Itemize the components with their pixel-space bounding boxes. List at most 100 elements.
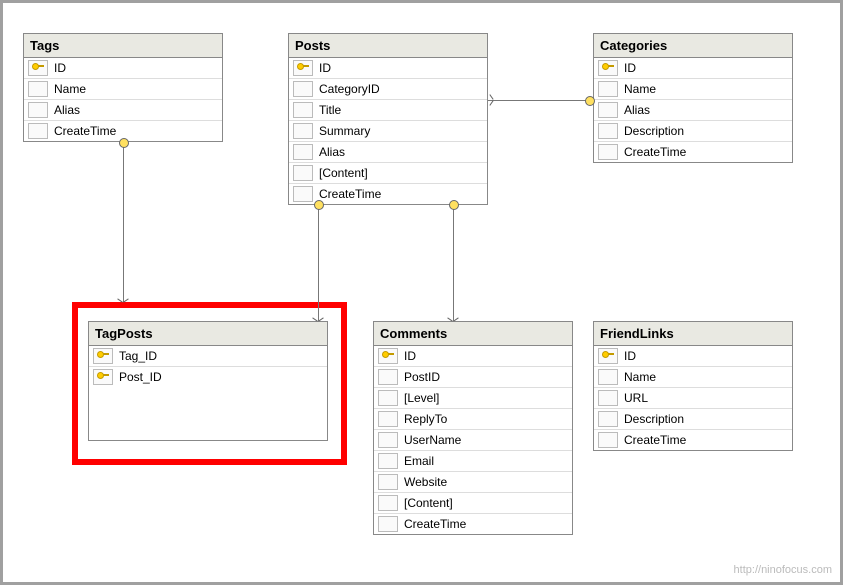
table-comments-columns: ID PostID [Level] ReplyTo UserName Email Websi…	[374, 346, 572, 534]
column-name: Post_ID	[119, 370, 323, 384]
column-row[interactable]: ID	[374, 346, 572, 367]
column-name: CategoryID	[319, 82, 483, 96]
table-friendlinks-header: FriendLinks	[594, 322, 792, 346]
column-row[interactable]: Name	[594, 367, 792, 388]
column-row[interactable]: Website	[374, 472, 572, 493]
column-row[interactable]: UserName	[374, 430, 572, 451]
column-row[interactable]: Alias	[594, 100, 792, 121]
column-name: [Level]	[404, 391, 568, 405]
column-row[interactable]: Name	[24, 79, 222, 100]
rel-tags-tagposts	[123, 141, 124, 302]
table-posts-header: Posts	[289, 34, 487, 58]
column-row[interactable]: CreateTime	[594, 430, 792, 450]
table-friendlinks-columns: ID Name URL Description CreateTime	[594, 346, 792, 450]
column-name: Name	[624, 370, 788, 384]
column-name: Description	[624, 412, 788, 426]
table-categories[interactable]: Categories ID Name Alias Description CreateT…	[593, 33, 793, 163]
column-name: [Content]	[319, 166, 483, 180]
column-row[interactable]: ReplyTo	[374, 409, 572, 430]
column-row[interactable]: ID	[594, 58, 792, 79]
table-friendlinks[interactable]: FriendLinks ID Name URL Description CreateTi…	[593, 321, 793, 451]
column-row[interactable]: Email	[374, 451, 572, 472]
column-row[interactable]: Tag_ID	[89, 346, 327, 367]
table-tagposts-header: TagPosts	[89, 322, 327, 346]
column-name: ReplyTo	[404, 412, 568, 426]
table-posts[interactable]: Posts ID CategoryID Title SummaryAlias [Cont…	[288, 33, 488, 205]
primary-key-icon	[93, 348, 113, 364]
column-row[interactable]: Description	[594, 409, 792, 430]
column-row[interactable]: Alias	[289, 142, 487, 163]
column-icon	[598, 144, 618, 160]
column-row[interactable]: URL	[594, 388, 792, 409]
column-row[interactable]: ID	[289, 58, 487, 79]
column-icon	[378, 432, 398, 448]
column-row[interactable]: [Level]	[374, 388, 572, 409]
table-categories-header: Categories	[594, 34, 792, 58]
column-icon	[598, 123, 618, 139]
rel-crowfoot-icon	[449, 316, 457, 324]
column-icon	[598, 81, 618, 97]
column-icon	[293, 102, 313, 118]
column-name: UserName	[404, 433, 568, 447]
column-row[interactable]: [Content]	[289, 163, 487, 184]
column-icon	[293, 165, 313, 181]
rel-endpoint-icon	[119, 138, 129, 148]
column-icon	[598, 390, 618, 406]
rel-endpoint-icon	[449, 200, 459, 210]
column-icon	[598, 369, 618, 385]
table-tags[interactable]: Tags IDNameAliasCreateTime	[23, 33, 223, 142]
column-name: ID	[319, 61, 483, 75]
column-row[interactable]: CreateTime	[374, 514, 572, 534]
column-name: PostID	[404, 370, 568, 384]
column-name: Alias	[624, 103, 788, 117]
column-icon	[598, 102, 618, 118]
column-icon	[293, 81, 313, 97]
column-name: ID	[54, 61, 218, 75]
column-icon	[293, 123, 313, 139]
column-row[interactable]: Title	[289, 100, 487, 121]
column-row[interactable]: Summary	[289, 121, 487, 142]
column-name: Title	[319, 103, 483, 117]
column-icon	[598, 432, 618, 448]
rel-crowfoot-icon	[119, 297, 127, 305]
column-name: CreateTime	[624, 145, 788, 159]
column-icon	[28, 81, 48, 97]
column-name: Tag_ID	[119, 349, 323, 363]
column-name: URL	[624, 391, 788, 405]
column-row[interactable]: Description	[594, 121, 792, 142]
table-tagposts-columns: Tag_ID Post_ID	[89, 346, 327, 387]
primary-key-icon	[28, 60, 48, 76]
rel-posts-categories	[488, 100, 593, 101]
column-icon	[378, 516, 398, 532]
column-name: [Content]	[404, 496, 568, 510]
column-name: Name	[624, 82, 788, 96]
rel-endpoint-icon	[585, 96, 595, 106]
column-row[interactable]: Post_ID	[89, 367, 327, 387]
table-comments-header: Comments	[374, 322, 572, 346]
rel-crowfoot-icon	[487, 96, 495, 104]
rel-endpoint-icon	[314, 200, 324, 210]
column-name: Website	[404, 475, 568, 489]
column-row[interactable]: CategoryID	[289, 79, 487, 100]
column-name: Email	[404, 454, 568, 468]
column-row[interactable]: Alias	[24, 100, 222, 121]
primary-key-icon	[598, 348, 618, 364]
table-comments[interactable]: Comments ID PostID [Level] ReplyTo UserName E…	[373, 321, 573, 535]
column-name: Alias	[54, 103, 218, 117]
primary-key-icon	[293, 60, 313, 76]
column-icon	[378, 411, 398, 427]
column-icon	[378, 495, 398, 511]
column-icon	[378, 453, 398, 469]
table-tags-columns: IDNameAliasCreateTime	[24, 58, 222, 141]
table-tagposts[interactable]: TagPosts Tag_ID Post_ID	[88, 321, 328, 441]
watermark: http://ninofocus.com	[734, 564, 832, 576]
diagram-canvas: Tags IDNameAliasCreateTime Posts IDCateg…	[0, 0, 843, 585]
column-row[interactable]: ID	[594, 346, 792, 367]
column-name: CreateTime	[319, 187, 483, 201]
column-icon	[293, 186, 313, 202]
column-row[interactable]: PostID	[374, 367, 572, 388]
column-row[interactable]: Name	[594, 79, 792, 100]
column-row[interactable]: CreateTime	[594, 142, 792, 162]
column-row[interactable]: ID	[24, 58, 222, 79]
column-row[interactable]: [Content]	[374, 493, 572, 514]
